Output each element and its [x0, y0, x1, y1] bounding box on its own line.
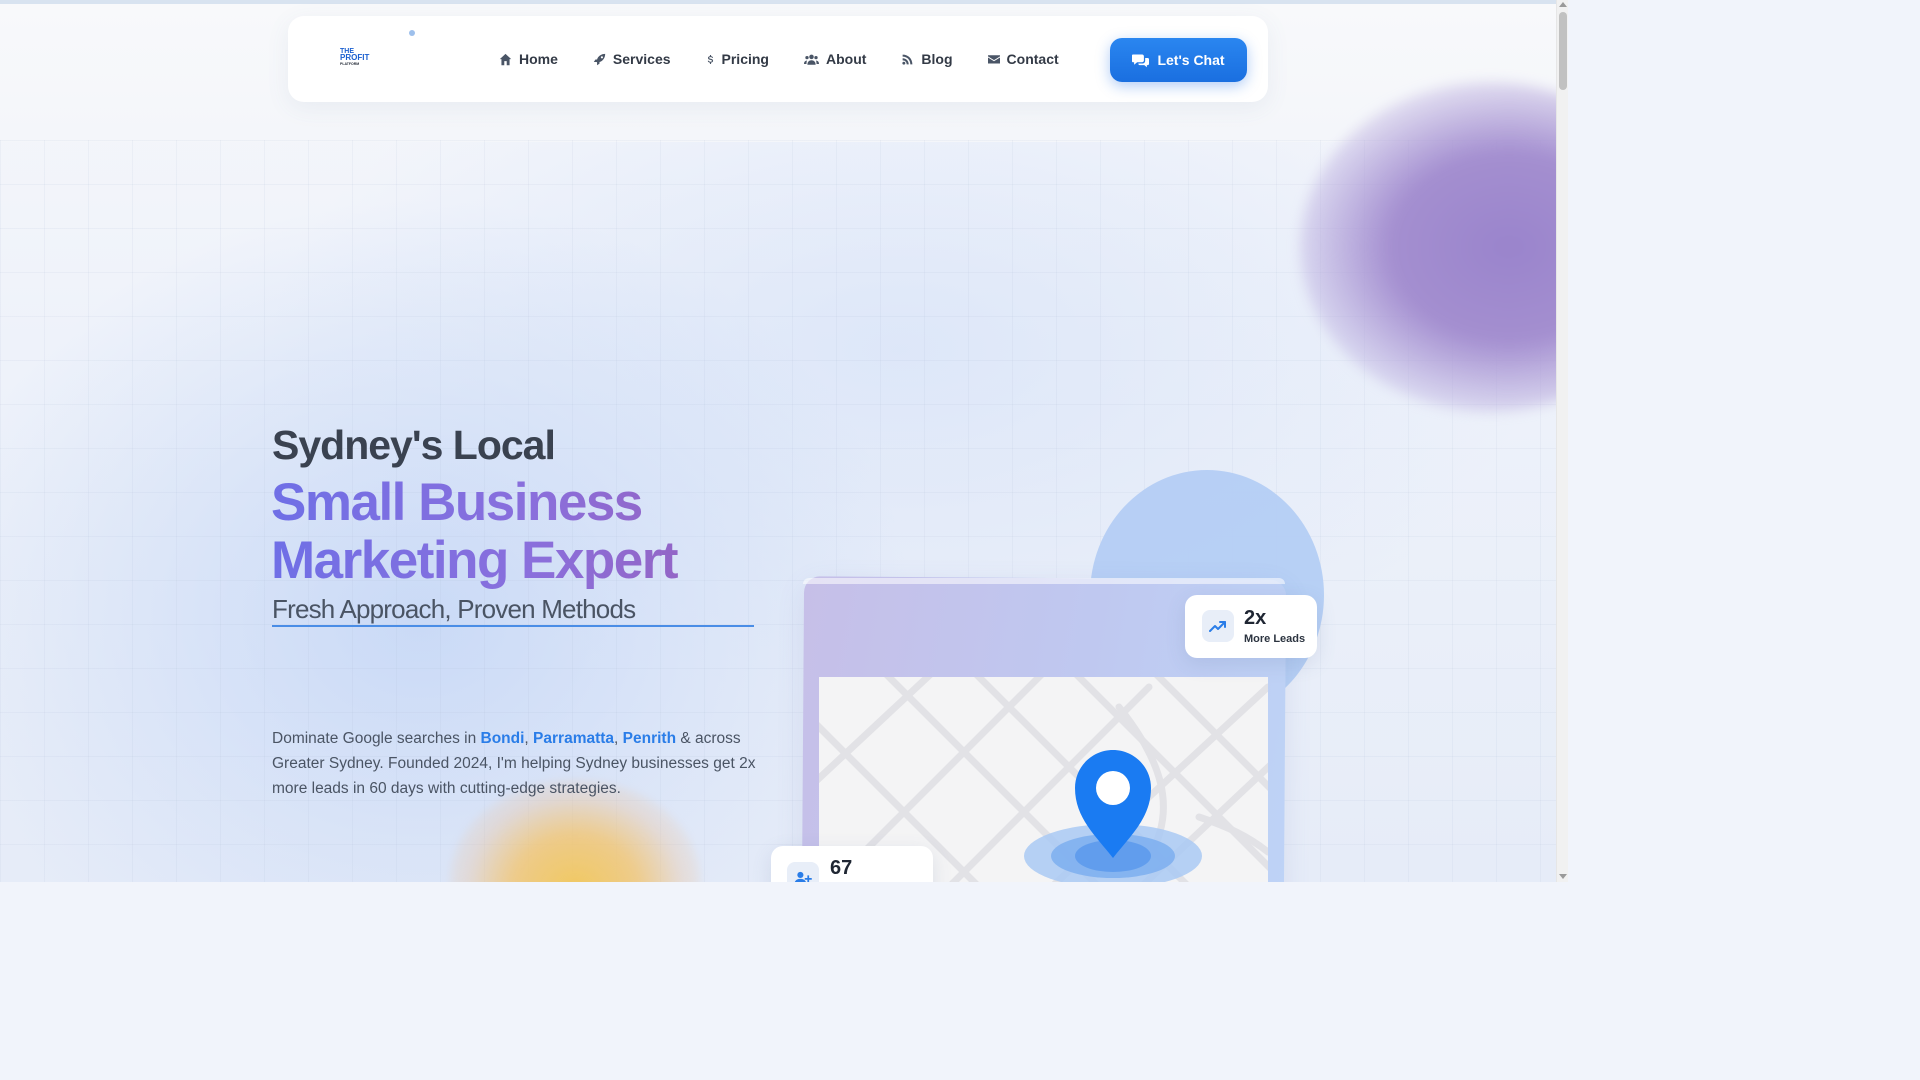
stat-card-leads: 2x More Leads — [1185, 595, 1317, 658]
vertical-scrollbar[interactable] — [1556, 0, 1568, 882]
envelope-icon — [987, 55, 1000, 64]
lets-chat-button[interactable]: Let's Chat — [1110, 38, 1247, 82]
nav-item-about[interactable]: About — [803, 51, 867, 67]
nav-item-home[interactable]: Home — [499, 51, 558, 67]
svg-text:PLATFORM: PLATFORM — [340, 62, 359, 66]
stat-leads-label: More Leads — [1244, 633, 1306, 645]
hero-subtitle-underline — [272, 625, 754, 627]
hero-desc-text: Dominate Google searches in — [272, 730, 481, 747]
stat-card-clients: 67 — [771, 846, 933, 882]
scroll-down-arrow-icon[interactable] — [1559, 874, 1567, 879]
blog-icon — [902, 54, 913, 65]
location-link-bondi[interactable]: Bondi — [481, 730, 525, 747]
rocket-icon — [593, 53, 606, 65]
hero-desc-separator: , — [614, 730, 623, 747]
scroll-thumb[interactable] — [1559, 12, 1567, 90]
nav-item-label: Contact — [1006, 51, 1059, 67]
stat-icon-box — [787, 862, 819, 882]
nav-item-blog[interactable]: Blog — [901, 51, 953, 67]
users-icon — [803, 54, 819, 65]
hero-subtitle: Fresh Approach, Proven Methods — [272, 594, 636, 624]
dollar-icon — [707, 54, 713, 64]
navbar: THE PROFIT PLATFORM Home Services Pricin… — [288, 16, 1268, 102]
hero-pretitle: Sydney's Local — [272, 422, 556, 468]
map-card-edge — [803, 578, 1285, 584]
location-link-penrith[interactable]: Penrith — [623, 730, 676, 747]
hero-title-line1: Small Business — [271, 473, 642, 532]
location-link-parramatta[interactable]: Parramatta — [533, 730, 614, 747]
stat-clients-value: 67 — [830, 857, 853, 879]
nav-item-services[interactable]: Services — [593, 51, 671, 67]
nav-item-label: About — [825, 51, 867, 67]
nav-item-label: Pricing — [721, 51, 769, 67]
page: THE PROFIT PLATFORM Home Services Pricin… — [0, 0, 1568, 882]
hero-description: Dominate Google searches in Bondi, Parra… — [272, 726, 762, 801]
stat-leads-value: 2x — [1244, 607, 1267, 629]
hero-desc-separator: , — [524, 730, 534, 747]
logo[interactable]: THE PROFIT PLATFORM — [340, 47, 382, 67]
home-icon — [499, 53, 512, 65]
nav-item-pricing[interactable]: Pricing — [706, 51, 769, 67]
lets-chat-label: Let's Chat — [1157, 52, 1225, 68]
nav-item-contact[interactable]: Contact — [987, 51, 1059, 67]
svg-text:PROFIT: PROFIT — [340, 53, 369, 62]
nav-item-label: Home — [519, 51, 558, 67]
location-pin-icon — [1024, 750, 1202, 882]
nav-item-label: Services — [612, 51, 671, 67]
nav-menu: Home Services Pricing About Blog Contact — [499, 16, 1094, 102]
scroll-up-arrow-icon[interactable] — [1559, 2, 1567, 7]
hero-title: Small Business Marketing Expert — [271, 474, 791, 590]
logo-dot — [409, 30, 415, 36]
user-plus-icon — [794, 871, 812, 882]
stat-icon-box — [1202, 610, 1234, 642]
hero-title-line2: Marketing Expert — [271, 531, 678, 590]
comments-icon — [1132, 54, 1150, 67]
nav-item-label: Blog — [921, 51, 953, 67]
trend-up-icon — [1209, 621, 1226, 632]
